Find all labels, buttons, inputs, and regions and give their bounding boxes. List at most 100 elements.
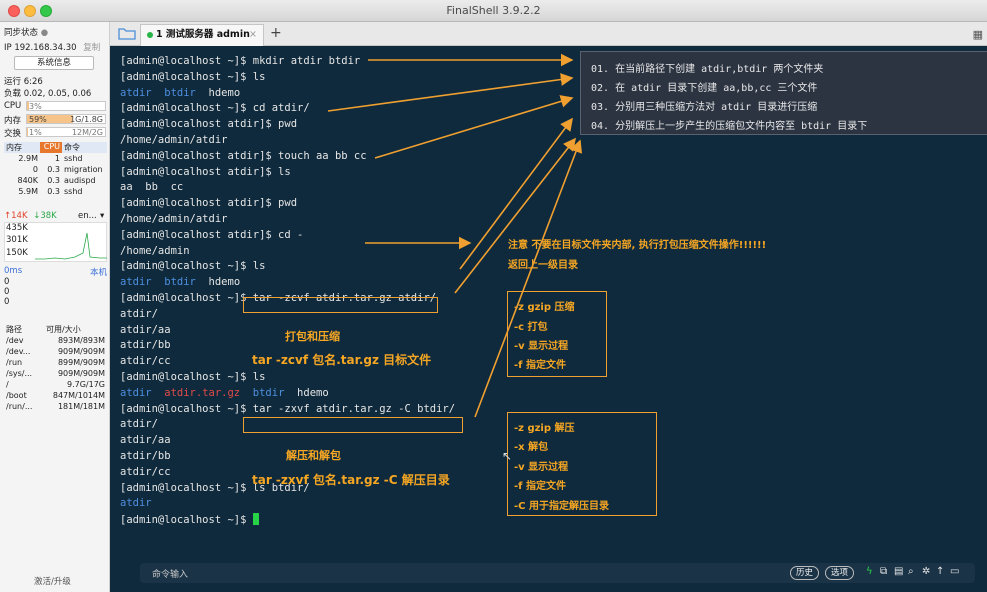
- process-cmd: migration: [64, 165, 103, 174]
- sync-status: 同步状态 ●: [4, 26, 48, 38]
- process-cmd: audispd: [64, 176, 96, 185]
- sidebar: 同步状态 ● IP 192.168.34.30 复制 系统信息 运行 6:26 …: [0, 22, 110, 592]
- disk-row: /boot 847M/1014M: [4, 390, 107, 401]
- finalshell-window: FinalShell 3.9.2.2 同步状态 ● IP 192.168.34.…: [0, 0, 987, 592]
- swap-percent: 1%: [29, 128, 42, 137]
- ping-label: 0ms: [4, 266, 23, 276]
- ping-scale-3: 0: [4, 297, 10, 307]
- folder-icon[interactable]: [118, 27, 136, 41]
- disk-path: /run: [6, 358, 23, 367]
- ping-scale-2: 0: [4, 287, 10, 297]
- disk-row: /run/... 181M/181M: [4, 401, 107, 412]
- ip-address: IP 192.168.34.30: [4, 43, 77, 53]
- disk-row: / 9.7G/17G: [4, 379, 107, 390]
- disk-path: /: [6, 380, 9, 389]
- copy-icon[interactable]: ⧉: [880, 566, 887, 577]
- process-table-header: 内存 CPU 命令: [4, 142, 107, 153]
- window-icon[interactable]: ▭: [950, 566, 959, 577]
- command-input-placeholder[interactable]: 命令输入: [152, 567, 188, 580]
- process-cpu: 0.3: [47, 187, 60, 196]
- net-sparkline: [35, 232, 107, 260]
- title-bar: FinalShell 3.9.2.2: [0, 0, 987, 22]
- process-mem: 0: [32, 165, 38, 174]
- net-up-value: ↑14K: [4, 211, 28, 221]
- process-cpu: 0.3: [47, 176, 60, 185]
- connected-dot-icon: [147, 31, 153, 38]
- process-table: 内存 CPU 命令 2.9M 1 sshd 0 0.3 migration 840K 0.3 a…: [4, 142, 107, 197]
- disk-size: 909M/909M: [57, 347, 105, 356]
- options-button[interactable]: 选项: [825, 566, 855, 580]
- add-tab-button[interactable]: +: [270, 25, 282, 41]
- disk-header-path: 路径: [6, 325, 22, 334]
- lightning-icon[interactable]: ϟ: [866, 566, 873, 577]
- tab-session-1[interactable]: 1 测试服务器 admin ×: [140, 24, 264, 46]
- proc-header-cmd[interactable]: 命令: [62, 142, 107, 153]
- mem-percent: 59%: [29, 115, 47, 124]
- arrow-up-icon[interactable]: ↑: [936, 566, 944, 577]
- process-row[interactable]: 840K 0.3 audispd: [4, 175, 107, 186]
- process-row[interactable]: 5.9M 0.3 sshd: [4, 186, 107, 197]
- disk-path: /boot: [6, 391, 27, 400]
- disk-size: 893M/893M: [57, 336, 105, 345]
- disk-size: 9.7G/17G: [67, 380, 105, 389]
- swap-bar: 1% 12M/2G: [26, 127, 106, 137]
- process-cmd: sshd: [64, 154, 83, 163]
- process-mem: 840K: [17, 176, 38, 185]
- command-input-bar[interactable]: 命令输入 历史 选项 ϟ ⧉ ▤ ⌕ ✲ ↑ ▭: [140, 563, 975, 583]
- process-cmd: sshd: [64, 187, 83, 196]
- layout-grid-icon[interactable]: ▦: [973, 28, 983, 41]
- disk-path: /dev: [6, 336, 24, 345]
- system-info-button[interactable]: 系统信息: [14, 56, 94, 70]
- disk-size: 847M/1014M: [52, 391, 105, 400]
- disk-row: /dev... 909M/909M: [4, 346, 107, 357]
- disk-size: 899M/909M: [57, 358, 105, 367]
- cpu-value: 3%: [29, 102, 42, 111]
- sync-status-label: 同步状态: [4, 28, 39, 38]
- gear-icon[interactable]: ✲: [922, 566, 930, 577]
- terminal[interactable]: [admin@localhost ~]$ mkdir atdir btdir [a…: [110, 46, 987, 592]
- close-tab-button[interactable]: ×: [249, 25, 257, 45]
- cpu-label: CPU: [4, 101, 22, 111]
- process-row[interactable]: 0 0.3 migration: [4, 164, 107, 175]
- disk-row: /run 899M/909M: [4, 357, 107, 368]
- history-button[interactable]: 历史: [790, 566, 820, 580]
- net-down-value: ↓38K: [33, 211, 57, 221]
- disk-row: /dev 893M/893M: [4, 335, 107, 346]
- cpu-bar: 3%: [26, 101, 106, 111]
- disk-header-size: 可用/大小: [46, 325, 81, 334]
- mouse-pointer-icon: ↖: [502, 449, 513, 463]
- paste-icon[interactable]: ▤: [894, 566, 903, 577]
- net-interface-select[interactable]: en...: [78, 211, 97, 221]
- disk-path: /sys/...: [6, 369, 33, 378]
- disk-table-header: 路径 可用/大小: [4, 324, 107, 335]
- search-icon[interactable]: ⌕: [908, 566, 914, 577]
- disk-size: 181M/181M: [57, 402, 105, 411]
- process-row[interactable]: 2.9M 1 sshd: [4, 153, 107, 164]
- net-graph: 435K 301K 150K: [4, 222, 107, 262]
- window-title: FinalShell 3.9.2.2: [446, 4, 541, 17]
- disk-path: /run/...: [6, 402, 33, 411]
- disk-row: /sys/... 909M/909M: [4, 368, 107, 379]
- ip-row: IP 192.168.34.30 复制: [4, 41, 100, 53]
- load-average: 负载 0.02, 0.05, 0.06: [4, 89, 92, 99]
- net-row: ↑14K ↓38K en... ▾: [4, 211, 107, 221]
- disk-path: /dev...: [6, 347, 31, 356]
- process-mem: 5.9M: [18, 187, 38, 196]
- swap-value: 12M/2G: [71, 128, 103, 137]
- ping-scale-1: 0: [4, 277, 10, 287]
- mem-value: 1G/1.8G: [70, 115, 103, 124]
- tab-session-1-label: 1 测试服务器 admin: [156, 29, 250, 40]
- mem-bar: 59% 1G/1.8G: [26, 114, 106, 124]
- mem-label: 内存: [4, 116, 22, 126]
- proc-header-mem[interactable]: 内存: [4, 142, 40, 153]
- copy-ip-link[interactable]: 复制: [83, 43, 100, 53]
- uptime: 运行 6:26: [4, 77, 43, 87]
- proc-header-cpu[interactable]: CPU: [40, 142, 62, 153]
- process-mem: 2.9M: [18, 154, 38, 163]
- disk-table: 路径 可用/大小 /dev 893M/893M/dev... 909M/909M/r…: [4, 324, 107, 412]
- activate-upgrade-link[interactable]: 激活/升级: [34, 575, 71, 587]
- ping-host[interactable]: 本机: [90, 266, 107, 278]
- chevron-down-icon[interactable]: ▾: [100, 211, 104, 221]
- sync-dot-icon: ●: [40, 28, 49, 38]
- swap-label: 交换: [4, 129, 22, 139]
